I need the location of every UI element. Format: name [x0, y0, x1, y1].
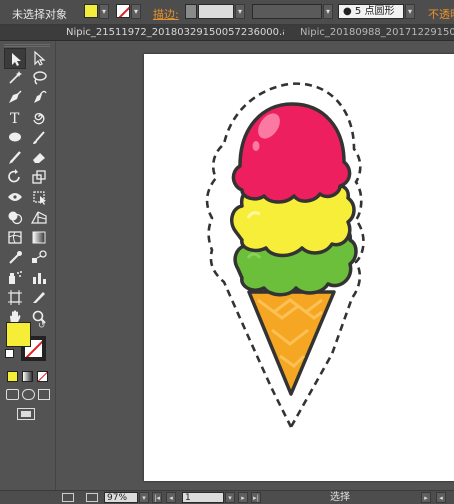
- curvature-icon[interactable]: [28, 87, 50, 108]
- selection-icon[interactable]: [4, 48, 26, 69]
- direct-selection-icon[interactable]: [28, 48, 50, 69]
- paintbrush-icon[interactable]: [28, 127, 50, 148]
- eraser-icon[interactable]: [28, 147, 50, 168]
- artboard-icon[interactable]: [4, 287, 26, 308]
- selection-status-label: 未选择对象: [12, 8, 67, 21]
- none-mode-button[interactable]: [37, 371, 48, 382]
- symbol-sprayer-icon[interactable]: [4, 267, 26, 288]
- tab-document-2[interactable]: Nipic_20180988_20171229150344: [300, 25, 454, 41]
- zoom-dropdown-icon[interactable]: ▾: [139, 492, 149, 503]
- lasso-icon[interactable]: [28, 67, 50, 88]
- artboard-dropdown-icon[interactable]: ▾: [225, 492, 235, 503]
- control-bar: 未选择对象 ▾ ▾ 描边: ▾ ▾ ● 5 点圆形 ▾ 不透明: [0, 0, 454, 25]
- scale-icon[interactable]: [28, 167, 50, 188]
- document-tab-bar: Nipic_21511972_20180329150057236000.ai* …: [0, 25, 454, 41]
- type-icon[interactable]: T: [4, 107, 26, 128]
- color-mode-button[interactable]: [7, 371, 18, 382]
- canvas-area[interactable]: [57, 42, 454, 490]
- swap-colors-icon[interactable]: ↺: [38, 321, 46, 331]
- eyedropper-icon[interactable]: [4, 247, 26, 268]
- illustrator-window: 未选择对象 ▾ ▾ 描边: ▾ ▾ ● 5 点圆形 ▾ 不透明 Nipic_21…: [0, 0, 454, 504]
- spiral-icon[interactable]: [28, 107, 50, 128]
- current-tool-status: 选择: [330, 492, 350, 503]
- stroke-panel-link[interactable]: 描边:: [153, 6, 179, 22]
- fill-swatch[interactable]: [6, 322, 31, 347]
- fill-color-swatch[interactable]: [84, 4, 98, 18]
- draw-mode-icon[interactable]: [6, 389, 19, 400]
- draw-inside-icon[interactable]: [38, 389, 50, 400]
- stroke-dropdown-icon[interactable]: ▾: [131, 4, 141, 19]
- column-graph-icon[interactable]: [28, 267, 50, 288]
- free-transform-icon[interactable]: [28, 187, 50, 208]
- artboard-number-field[interactable]: 1: [182, 492, 224, 503]
- rotate-icon[interactable]: [4, 167, 26, 188]
- perspective-grid-icon[interactable]: [28, 207, 50, 228]
- draw-behind-icon[interactable]: [22, 389, 35, 400]
- previous-artboard-button[interactable]: ◂: [166, 492, 176, 503]
- status-scroll-left-button[interactable]: ◂: [436, 492, 446, 503]
- artboard[interactable]: [144, 54, 454, 481]
- opacity-panel-link[interactable]: 不透明: [428, 6, 454, 22]
- ice-cream-illustration[interactable]: [144, 54, 454, 481]
- fill-dropdown-icon[interactable]: ▾: [99, 4, 109, 19]
- width-profile-dropdown-icon[interactable]: ▾: [323, 4, 333, 19]
- gradient-icon[interactable]: [28, 227, 50, 248]
- screen-mode-icon[interactable]: [17, 408, 35, 420]
- pen-icon[interactable]: [4, 87, 26, 108]
- last-artboard-button[interactable]: ▸|: [251, 492, 261, 503]
- tools-panel: T ↺: [0, 41, 56, 496]
- next-artboard-button[interactable]: ▸: [238, 492, 248, 503]
- status-menu-button[interactable]: ▸: [421, 492, 431, 503]
- brush-definition-field[interactable]: ● 5 点圆形: [338, 4, 404, 19]
- width-icon[interactable]: [4, 187, 26, 208]
- shape-builder-icon[interactable]: [4, 207, 26, 228]
- stroke-weight-stepper[interactable]: [185, 4, 197, 19]
- mesh-icon[interactable]: [4, 227, 26, 248]
- first-artboard-button[interactable]: |◂: [152, 492, 162, 503]
- default-colors-icon[interactable]: [5, 349, 14, 358]
- variable-width-profile-field[interactable]: [252, 4, 322, 19]
- export-icon[interactable]: [86, 493, 98, 502]
- stroke-weight-dropdown-icon[interactable]: ▾: [235, 4, 245, 19]
- slice-icon[interactable]: [28, 287, 50, 308]
- status-bar: 97% ▾ |◂ ◂ 1 ▾ ▸ ▸| 选择 ▸ ◂: [0, 490, 454, 504]
- blend-icon[interactable]: [28, 247, 50, 268]
- stroke-weight-field[interactable]: [198, 4, 234, 19]
- svg-text:T: T: [10, 111, 20, 127]
- panel-grip[interactable]: [4, 44, 50, 47]
- zoom-level-field[interactable]: 97%: [104, 492, 138, 503]
- brush-dropdown-icon[interactable]: ▾: [405, 4, 415, 19]
- artboard-nav-icon[interactable]: [62, 493, 74, 502]
- ellipse-icon[interactable]: [4, 127, 26, 148]
- magic-wand-icon[interactable]: [4, 67, 26, 88]
- gradient-mode-button[interactable]: [22, 371, 33, 382]
- stroke-color-swatch[interactable]: [116, 4, 130, 18]
- pencil-icon[interactable]: [4, 147, 26, 168]
- tab-document-active[interactable]: Nipic_21511972_20180329150057236000.ai* …: [66, 25, 284, 41]
